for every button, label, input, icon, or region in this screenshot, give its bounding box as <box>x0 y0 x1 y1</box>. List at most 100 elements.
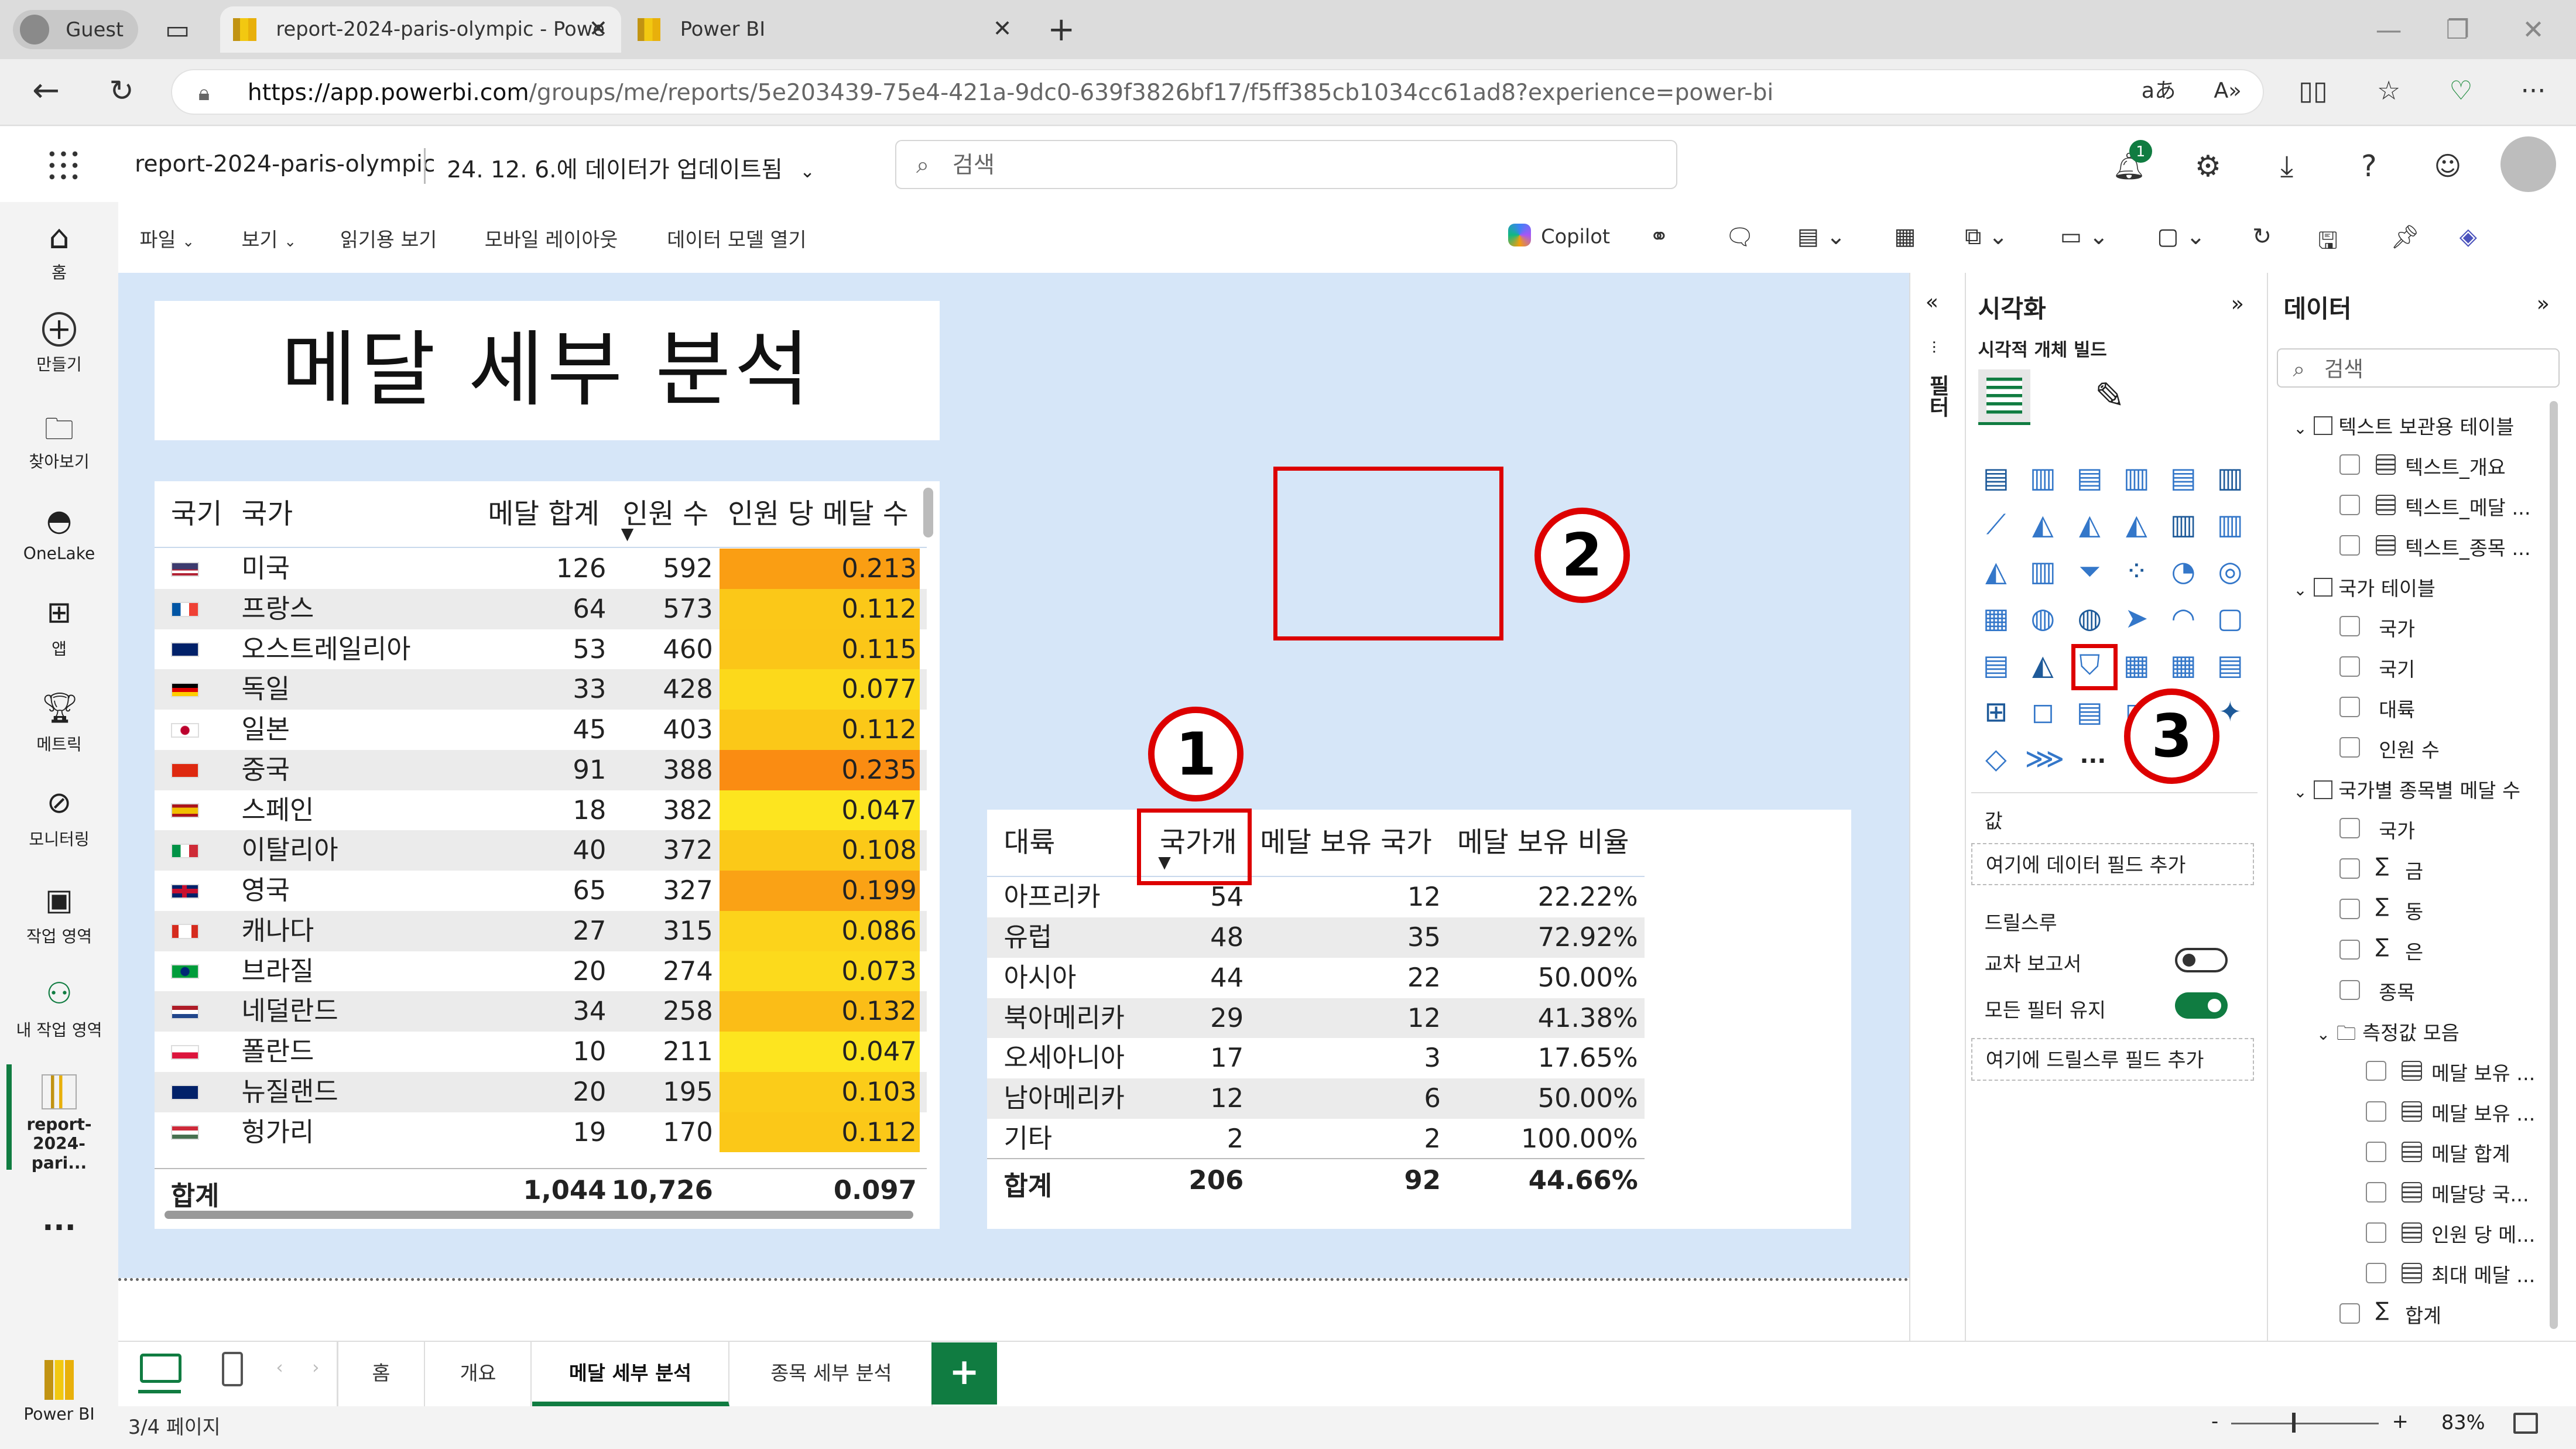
clustered-column-chart-icon[interactable]: ▥ <box>2118 460 2154 496</box>
data-field-item[interactable]: ∑ 금 <box>2339 854 2537 883</box>
teams-icon[interactable]: ◈ <box>2459 224 2477 250</box>
field-checkbox[interactable] <box>2339 656 2360 677</box>
nav-browse[interactable]: 🗀 찾아보기 <box>0 407 118 472</box>
table-row[interactable]: 오세아니아 17 3 17.65% <box>987 1038 1644 1078</box>
field-checkbox[interactable] <box>2339 1303 2360 1324</box>
notes-icon[interactable]: ▦ <box>1894 224 1916 250</box>
table-row[interactable]: 남아메리카 12 6 50.00% <box>987 1078 1645 1119</box>
add-page-button[interactable]: + <box>931 1342 998 1405</box>
page-tab-sport-detail[interactable]: 종목 세부 분석 <box>731 1340 933 1406</box>
field-checkbox[interactable] <box>2339 495 2360 516</box>
read-aloud-icon[interactable]: aあ <box>2139 71 2178 110</box>
next-page-icon[interactable]: › <box>312 1357 319 1378</box>
map-icon[interactable]: ◍ <box>2025 601 2061 637</box>
goals-icon[interactable]: ⋙ <box>2025 741 2065 777</box>
table-row[interactable]: 이탈리아 40 372 0.108 <box>154 830 927 871</box>
url-input[interactable]: 🔒︎ https://app.powerbi.com/groups/me/rep… <box>170 68 2264 115</box>
matrix-icon[interactable]: ▦ <box>2165 648 2201 684</box>
app-launcher-icon[interactable] <box>46 148 79 181</box>
field-checkbox[interactable] <box>2339 697 2360 718</box>
report-name[interactable]: report-2024-paris-olympic <box>135 151 435 177</box>
prev-page-icon[interactable]: ‹ <box>276 1357 283 1378</box>
continent-table[interactable]: 대륙 국가개 ▼ 메달 보유 국가 메달 보유 비율 아프리카 54 12 22.22… <box>987 810 1852 1229</box>
build-visual-tab[interactable] <box>1978 369 2031 426</box>
filled-map-icon[interactable]: ◍ <box>2071 601 2108 637</box>
collapse-data-icon[interactable]: » <box>2537 291 2550 316</box>
present-icon[interactable]: ▭ ⌄ <box>2060 224 2108 250</box>
table-row[interactable]: 캐나다 27 315 0.086 <box>154 910 927 951</box>
clustered-bar-chart-icon[interactable]: ▤ <box>2071 460 2108 496</box>
menu-mobile-layout[interactable]: 모바일 레이아웃 <box>485 224 618 252</box>
new-tab-icon[interactable]: + <box>1042 10 1081 49</box>
table-row[interactable]: 오스트레일리아 53 460 0.115 <box>155 629 927 670</box>
zoom-slider-thumb[interactable] <box>2292 1413 2296 1433</box>
data-field-item[interactable]: ∑ 합계 <box>2339 1298 2537 1327</box>
zoom-out-button[interactable]: - <box>2211 1410 2218 1433</box>
funnel-alt-icon[interactable]: ◭ <box>1978 554 2015 590</box>
data-table-node[interactable]: ⌄ 텍스트 보관용 테이블 <box>2293 411 2514 440</box>
waterfall-icon[interactable]: ▥ <box>2025 554 2061 590</box>
table-row[interactable]: 유럽 48 35 72.92% <box>987 917 1645 958</box>
data-table-node[interactable]: ⌄ 국가 테이블 <box>2293 573 2435 601</box>
power-automate-icon[interactable]: ◇ <box>1978 741 2015 777</box>
fit-to-page-icon[interactable] <box>2513 1413 2538 1434</box>
stacked-bar-chart-icon[interactable]: ▤ <box>1978 460 2015 496</box>
zoom-slider[interactable] <box>2231 1413 2379 1433</box>
data-field-item[interactable]: 메달 합계 <box>2365 1138 2547 1166</box>
data-field-item[interactable]: ∑ 동 <box>2339 894 2537 923</box>
pie-chart-icon[interactable]: ◔ <box>2165 554 2201 590</box>
scatter-chart-icon[interactable]: ⁘ <box>2118 554 2154 590</box>
col-country[interactable]: 국가 <box>241 491 293 532</box>
field-checkbox[interactable] <box>2339 939 2360 960</box>
data-field-item[interactable]: 메달 보유 ... <box>2365 1057 2547 1085</box>
subscribe-icon[interactable]: ▤ ⌄ <box>1797 224 1845 250</box>
field-checkbox[interactable] <box>2339 454 2360 475</box>
nav-apps[interactable]: ⊞ 앱 <box>0 595 118 660</box>
table-row[interactable]: 스페인 18 382 0.047 <box>155 790 927 831</box>
col-ratio[interactable]: 인원 당 메달 수 <box>728 491 909 532</box>
data-field-item[interactable]: 메달당 국... <box>2365 1179 2547 1206</box>
maximize-icon[interactable]: ❐ <box>2438 10 2477 49</box>
table-row[interactable]: 브라질 20 274 0.073 <box>155 951 927 992</box>
more-options-icon[interactable]: ··· <box>2513 71 2553 110</box>
tab-actions-icon[interactable]: ▭ <box>157 10 197 49</box>
feedback-icon[interactable]: ☺ <box>2428 146 2467 186</box>
settings-icon[interactable]: ⚙ <box>2188 146 2228 186</box>
comment-icon[interactable]: 🗨︎ <box>1725 224 1754 251</box>
expand-filter-icon[interactable]: « <box>1926 289 1938 314</box>
waterfall-chart-icon[interactable]: ▥ <box>2212 507 2248 543</box>
minimize-icon[interactable]: — <box>2369 10 2408 49</box>
donut-chart-icon[interactable]: ◎ <box>2212 554 2248 590</box>
decomposition-tree-icon[interactable]: ⊞ <box>1978 694 2015 731</box>
data-pane-scrollbar[interactable] <box>2550 400 2558 1330</box>
ribbon-chart-icon[interactable]: ◭ <box>2118 507 2154 543</box>
save-icon[interactable]: 🖫 <box>2318 224 2337 263</box>
menu-view[interactable]: 보기 ⌄ <box>241 224 296 252</box>
data-updated-dropdown[interactable]: 24. 12. 6.에 데이터가 업데이트됨 ⌄ <box>447 151 815 184</box>
zoom-in-button[interactable]: + <box>2392 1410 2409 1433</box>
nav-onelake[interactable]: ◓ OneLake <box>0 503 118 563</box>
table-row[interactable]: 뉴질랜드 20 195 0.103 <box>154 1071 927 1112</box>
field-checkbox[interactable] <box>2365 1101 2386 1122</box>
download-icon[interactable]: ⤓ <box>2267 146 2306 186</box>
copilot-button[interactable]: Copilot <box>1508 223 1610 248</box>
data-field-item[interactable]: 국가 <box>2339 815 2537 842</box>
table-row[interactable]: 미국 126 592 0.213 <box>155 549 927 589</box>
funnel-chart-icon[interactable]: ⏷ <box>2071 554 2108 590</box>
tab-report[interactable]: report-2024-paris-olympic - Powe ✕ <box>220 6 621 53</box>
col-medals[interactable]: 메달 합계 <box>488 491 600 532</box>
table-icon[interactable]: ▦ <box>2118 648 2154 684</box>
nav-workspaces[interactable]: ▣ 작업 영역 <box>0 882 118 947</box>
cross-report-toggle[interactable] <box>2175 948 2228 973</box>
table-row[interactable]: 북아메리카 29 12 41.38% <box>987 998 1645 1039</box>
nav-report[interactable]: report-2024-pari... <box>0 1074 118 1173</box>
stacked-area-chart-icon[interactable]: ◭ <box>2071 507 2108 543</box>
multi-row-card-icon[interactable]: ▤ <box>1978 648 2015 684</box>
field-checkbox[interactable] <box>2365 1141 2386 1162</box>
table-row[interactable]: 폴란드 10 211 0.047 <box>155 1032 927 1072</box>
table-row[interactable]: 아프리카 54 12 22.22% <box>987 877 1644 917</box>
drillthrough-drop-well[interactable]: 여기에 드릴스루 필드 추가 <box>1971 1038 2254 1081</box>
close-window-icon[interactable]: ✕ <box>2513 10 2553 49</box>
100-bar-chart-icon[interactable]: ▤ <box>2165 460 2201 496</box>
menu-file[interactable]: 파일 ⌄ <box>140 224 195 252</box>
